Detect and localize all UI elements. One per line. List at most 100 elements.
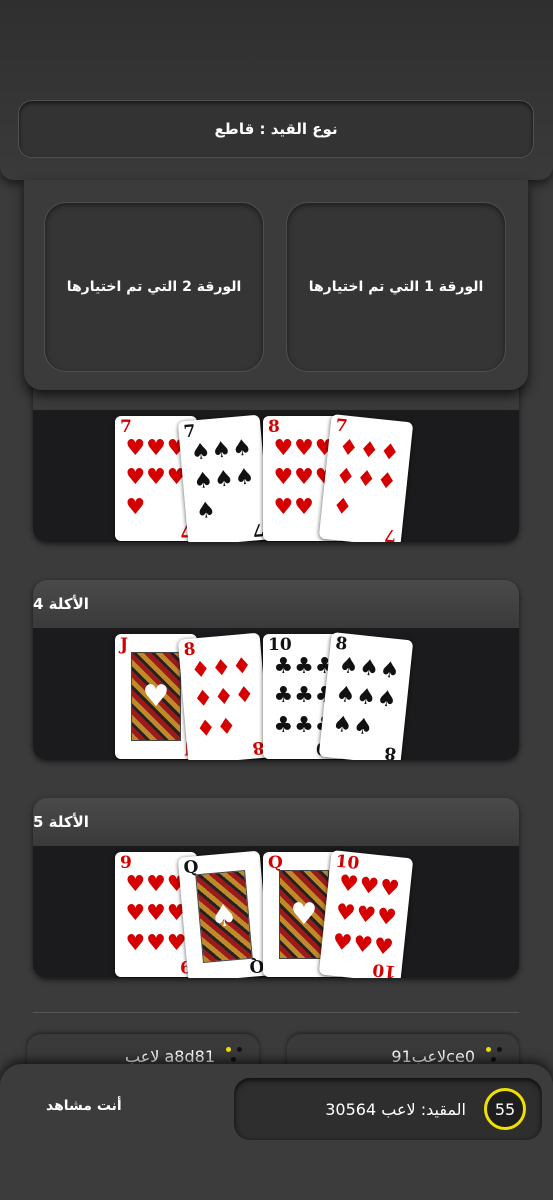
trick-cards: 77♥♥♥♥♥♥♥77♠♠♠♠♠♠♠88♥♥♥♥♥♥♥♥77♦♦♦♦♦♦♦ xyxy=(33,410,519,542)
suit-pip-icon: ♥ xyxy=(125,901,146,927)
suit-pip-icon: ♠ xyxy=(233,464,256,492)
bidder-name: لاعب 30564 xyxy=(325,1099,416,1119)
suit-pip-icon: ♦ xyxy=(358,437,381,464)
turn-timer: 55 xyxy=(484,1088,526,1130)
card-pips: ♦ ♦ ♦ ♦ ♦ ♦ ♦ xyxy=(331,433,402,528)
playing-card: 10 10 ♥ ♥ ♥ ♥ ♥ ♥ ♥ ♥ ♥ xyxy=(318,850,414,978)
suit-pip-icon: ♠ xyxy=(358,655,381,682)
suit-pip-icon: ♠ xyxy=(351,714,375,741)
divider xyxy=(33,1012,519,1013)
suit-pip-icon: ♠ xyxy=(231,435,253,462)
trick-title: الأكلة 4 xyxy=(33,580,519,628)
trick-panel: الأكلة 4 JJ♥88♦♦♦♦♦♦♦♦1010♣♣♣♣♣♣♣♣♣88♠♠♠… xyxy=(33,580,519,760)
card-pips: ♠ ♠ ♠ ♠ ♠ ♠ ♠ ♠ xyxy=(331,651,402,746)
selected-card-2[interactable]: الورقة 2 التي تم اختيارها xyxy=(44,202,264,372)
trick-panel: الأكلة 5 99♥♥♥♥♥♥♥♥♥QQ♠QQ♥1010♥♥♥♥♥♥♥♥♥ xyxy=(33,798,519,978)
suit-pip-icon: ♥ xyxy=(146,871,166,897)
suit-pip-icon: ♦ xyxy=(337,434,360,462)
suit-pip-icon: ♥ xyxy=(351,932,375,959)
selected-card-2-label: الورقة 2 التي تم اختيارها xyxy=(66,279,242,295)
suit-pip-icon: ♠ xyxy=(213,466,235,494)
suit-pip-icon: ♦ xyxy=(192,686,215,714)
top-bar: نوع القيد : قاطع xyxy=(0,0,553,180)
suit-pip-icon: ♦ xyxy=(375,468,398,496)
trick-title: الأكلة 5 xyxy=(33,798,519,846)
suit-pip-icon: ♠ xyxy=(195,498,217,525)
suit-pip-icon: ♣ xyxy=(294,683,314,709)
suit-pip-icon: ♥ xyxy=(125,931,146,957)
card-pips: ♠ ♠ ♠ ♠ ♠ ♠ ♠ xyxy=(189,433,259,527)
suit-pip-icon: ♥ xyxy=(125,871,146,897)
suit-pip-icon: ♦ xyxy=(195,716,217,743)
suit-pip-icon: ♦ xyxy=(213,684,235,712)
suit-pip-icon: ♥ xyxy=(125,465,146,491)
suit-pip-icon: ♦ xyxy=(331,493,354,521)
suit-pip-icon: ♠ xyxy=(189,438,212,466)
playing-card: 8 8 ♦ ♦ ♦ ♦ ♦ ♦ ♦ ♦ xyxy=(177,632,271,760)
spectator-label: أنت مشاهد xyxy=(46,1098,122,1114)
suit-pip-icon: ♣ xyxy=(294,713,314,739)
suit-pip-icon: ♥ xyxy=(273,465,294,491)
suit-pip-icon: ♥ xyxy=(378,875,401,903)
suit-pip-icon: ♣ xyxy=(273,713,294,739)
suit-pip-icon: ♦ xyxy=(189,656,212,684)
suit-pip-icon: ♣ xyxy=(273,683,294,709)
suit-pip-icon: ♦ xyxy=(215,714,238,741)
suit-pip-icon: ♥ xyxy=(294,495,314,521)
bottom-bar: أنت مشاهد المقيد: لاعب 30564 55 xyxy=(0,1064,553,1200)
suit-pip-icon: ♥ xyxy=(372,934,395,962)
bidder-box: المقيد: لاعب 30564 55 xyxy=(234,1078,542,1140)
card-pips: ♥ ♥ ♥ ♥ ♥ ♥ ♥ xyxy=(125,434,187,523)
card-face-art: ♥ xyxy=(131,652,181,741)
suit-pip-icon: ♥ xyxy=(354,902,378,930)
card-rank: J xyxy=(120,635,129,655)
suit-pip-icon: ♦ xyxy=(378,439,401,467)
trump-type-label: نوع القيد : قاطع xyxy=(18,100,534,158)
suit-pip-icon: ♥ xyxy=(146,435,166,461)
card-face-art: ♠ xyxy=(195,869,253,964)
playing-card: Q Q ♠ xyxy=(177,850,271,978)
selected-card-1-label: الورقة 1 التي تم اختيارها xyxy=(308,279,484,295)
suit-pip-icon: ♥ xyxy=(294,465,314,491)
suit-pip-icon: ♠ xyxy=(378,657,401,685)
suit-pip-icon: ♦ xyxy=(354,466,378,494)
suit-pip-icon: ♠ xyxy=(331,711,354,739)
suit-pip-icon: ♠ xyxy=(210,437,233,464)
playing-card: 7 7 ♠ ♠ ♠ ♠ ♠ ♠ ♠ xyxy=(177,414,271,542)
suit-pip-icon: ♠ xyxy=(192,468,215,496)
suit-pip-icon: ♣ xyxy=(273,653,294,679)
playing-card: 7 7 ♦ ♦ ♦ ♦ ♦ ♦ ♦ xyxy=(318,414,414,542)
selected-cards-panel: الورقة 1 التي تم اختيارها الورقة 2 التي … xyxy=(24,180,528,390)
suit-pip-icon: ♥ xyxy=(273,435,294,461)
card-pips: ♥ ♥ ♥ ♥ ♥ ♥ ♥ ♥ ♥ xyxy=(125,870,187,959)
suit-pip-icon: ♥ xyxy=(146,931,166,957)
player-right-name: لاعب91ce0 xyxy=(391,1046,475,1066)
suit-pip-icon: ♥ xyxy=(337,870,360,898)
suit-pip-icon: ♥ xyxy=(375,904,398,932)
trick-cards: JJ♥88♦♦♦♦♦♦♦♦1010♣♣♣♣♣♣♣♣♣88♠♠♠♠♠♠♠♠ xyxy=(33,628,519,760)
card-pips: ♦ ♦ ♦ ♦ ♦ ♦ ♦ ♦ xyxy=(189,651,259,745)
suit-pip-icon: ♠ xyxy=(354,684,378,712)
suit-pip-icon: ♥ xyxy=(146,465,166,491)
card-pips: ♥ ♥ ♥ ♥ ♥ ♥ ♥ ♥ ♥ xyxy=(331,869,402,964)
selected-card-1[interactable]: الورقة 1 التي تم اختيارها xyxy=(286,202,506,372)
trick-cards: 99♥♥♥♥♥♥♥♥♥QQ♠QQ♥1010♥♥♥♥♥♥♥♥♥ xyxy=(33,846,519,978)
suit-pip-icon: ♥ xyxy=(358,873,381,900)
player-left-name: لاعب a8d81 xyxy=(125,1046,215,1066)
suit-pip-icon: ♥ xyxy=(125,495,146,521)
suit-pip-icon: ♠ xyxy=(337,652,360,680)
suit-pip-icon: ♦ xyxy=(231,653,253,680)
suit-pip-icon: ♦ xyxy=(210,655,233,682)
suit-pip-icon: ♥ xyxy=(125,435,146,461)
playing-card: 8 8 ♠ ♠ ♠ ♠ ♠ ♠ ♠ ♠ xyxy=(318,632,414,760)
suit-pip-icon: ♥ xyxy=(334,900,357,928)
suit-pip-icon: ♥ xyxy=(146,901,166,927)
suit-pip-icon: ♥ xyxy=(273,495,294,521)
suit-pip-icon: ♦ xyxy=(233,682,256,710)
suit-pip-icon: ♦ xyxy=(334,464,357,492)
suit-pip-icon: ♠ xyxy=(375,686,398,714)
suit-pip-icon: ♥ xyxy=(294,435,314,461)
suit-pip-icon: ♥ xyxy=(331,929,354,957)
trick-panel: 77♥♥♥♥♥♥♥77♠♠♠♠♠♠♠88♥♥♥♥♥♥♥♥77♦♦♦♦♦♦♦ xyxy=(33,366,519,542)
suit-pip-icon: ♣ xyxy=(294,653,314,679)
